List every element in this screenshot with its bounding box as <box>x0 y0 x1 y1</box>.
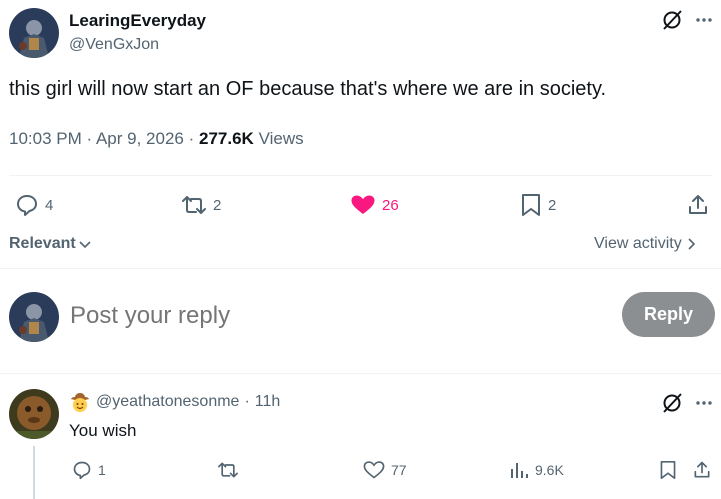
reply-age[interactable]: 11h <box>255 393 281 411</box>
like-action[interactable]: 26 <box>350 193 399 217</box>
reply-views-count: 9.6K <box>535 462 564 478</box>
reply-repost-action[interactable] <box>217 460 239 480</box>
views-count: 277.6K <box>199 129 254 148</box>
view-activity-link[interactable]: View activity <box>594 235 695 253</box>
grok-icon[interactable] <box>661 392 683 414</box>
views-label: Views <box>258 129 304 148</box>
share-icon[interactable] <box>686 193 710 217</box>
post-date[interactable]: Apr 9, 2026 <box>96 129 184 148</box>
repost-action[interactable]: 2 <box>181 193 221 217</box>
post-text: this girl will now start an OF because t… <box>9 78 607 100</box>
divider <box>9 175 712 176</box>
bookmark-count: 2 <box>548 196 557 214</box>
reply-button[interactable]: Reply <box>622 292 715 337</box>
post-meta: 10:03 PM · Apr 9, 2026 · 277.6K Views <box>9 129 304 149</box>
reply-views-action[interactable]: 9.6K <box>509 460 564 480</box>
grok-icon[interactable] <box>661 9 683 31</box>
like-count: 26 <box>382 196 399 214</box>
reply-input[interactable] <box>70 298 590 334</box>
meta-separator: · <box>244 393 250 410</box>
view-activity-label: View activity <box>594 235 682 252</box>
repost-icon <box>181 193 207 217</box>
reply-count: 4 <box>45 196 54 214</box>
share-icon[interactable] <box>692 460 712 480</box>
views-icon <box>509 460 529 480</box>
bookmark-icon[interactable] <box>659 460 677 480</box>
reply-author-handle[interactable]: @yeathatonesonme <box>96 393 239 411</box>
cowboy-emoji-icon <box>69 391 91 413</box>
more-icon[interactable] <box>694 15 714 25</box>
repost-count: 2 <box>213 196 222 214</box>
author-avatar[interactable] <box>9 8 59 58</box>
bookmark-icon <box>520 193 542 217</box>
divider <box>0 373 721 374</box>
author-handle[interactable]: @VenGxJon <box>69 36 159 54</box>
reply-icon <box>15 193 39 217</box>
sort-label: Relevant <box>9 235 76 252</box>
thread-line <box>33 446 35 499</box>
sort-dropdown[interactable]: Relevant <box>9 235 91 253</box>
reply-header: @yeathatonesonme · 11h <box>69 391 280 413</box>
heart-icon <box>363 460 385 480</box>
chevron-down-icon <box>79 239 91 249</box>
reply-like-action[interactable]: 77 <box>363 460 407 480</box>
heart-icon <box>350 193 376 217</box>
reply-action[interactable]: 4 <box>15 193 53 217</box>
more-icon[interactable] <box>694 398 714 408</box>
meta-separator: · <box>86 129 93 148</box>
reply-text: You wish <box>69 421 137 440</box>
bookmark-action[interactable]: 2 <box>520 193 556 217</box>
reply-icon <box>72 460 92 480</box>
repost-icon <box>217 460 239 480</box>
meta-separator: · <box>188 129 195 148</box>
reply-like-count: 77 <box>391 462 407 478</box>
post-time[interactable]: 10:03 PM <box>9 129 82 148</box>
reply-reply-count: 1 <box>98 462 106 478</box>
reply-author-avatar[interactable] <box>9 389 59 439</box>
divider <box>0 268 721 269</box>
chevron-right-icon <box>687 238 695 250</box>
author-display-name[interactable]: LearingEveryday <box>69 11 206 31</box>
reply-reply-action[interactable]: 1 <box>72 460 106 480</box>
composer-avatar[interactable] <box>9 292 59 342</box>
